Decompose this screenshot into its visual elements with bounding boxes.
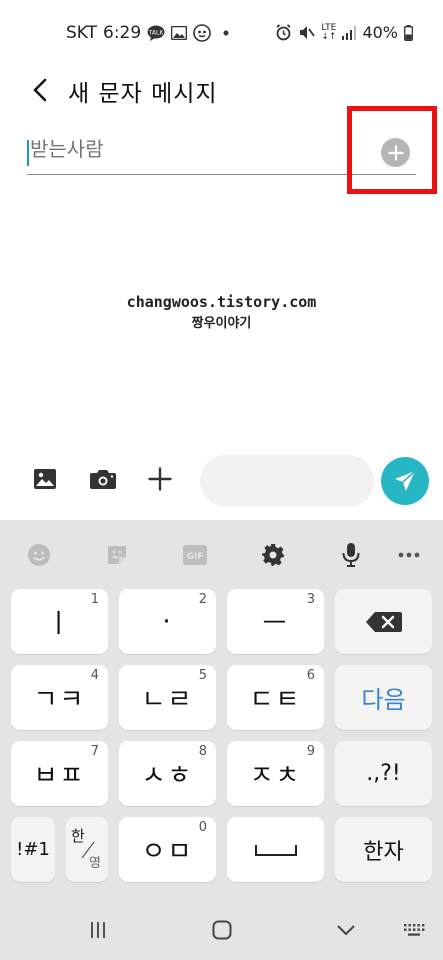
alarm-icon <box>275 24 292 41</box>
keyboard-toolbar: GIF <box>0 520 443 588</box>
lte-icon: LTE ↓↑ <box>321 22 337 42</box>
key-label: · <box>162 606 173 637</box>
key-label: ㄷㅌ <box>249 685 302 715</box>
gallery-notification-icon <box>171 26 188 40</box>
settings-button[interactable] <box>260 542 286 568</box>
key-2[interactable]: · 2 <box>119 589 216 654</box>
camera-button[interactable] <box>86 462 120 496</box>
key-number: 7 <box>90 744 99 759</box>
key-label: ㅇㅁ <box>141 837 194 867</box>
back-arrow-icon <box>33 78 47 102</box>
next-key[interactable]: 다음 <box>335 665 432 730</box>
plus-icon <box>148 467 172 491</box>
key-9[interactable]: ㅈㅊ 9 <box>227 741 324 806</box>
key-label: ㅈㅊ <box>249 761 302 791</box>
send-icon <box>395 470 416 491</box>
home-icon <box>212 920 232 940</box>
recent-apps-icon <box>91 922 105 938</box>
carrier-label: SKT <box>66 23 98 43</box>
app-notification-icon <box>193 24 212 42</box>
key-label: ㅡ <box>262 609 289 639</box>
key-4[interactable]: ㄱㅋ 4 <box>11 665 108 730</box>
watermark-name: 짱우이야기 <box>191 316 252 331</box>
more-dots-icon <box>398 552 420 558</box>
more-notifications-dot-icon <box>223 30 229 36</box>
chevron-down-icon <box>337 925 355 936</box>
voice-input-button[interactable] <box>338 542 364 568</box>
key-label: ㅅㅎ <box>141 761 194 791</box>
page-title: 새 문자 메시지 <box>68 81 218 107</box>
keyboard-switch-button[interactable] <box>402 922 426 938</box>
clock: 6:29 <box>103 23 142 43</box>
key-label: ㄱㅋ <box>33 685 86 715</box>
symbols-key-label: !#1 <box>16 839 50 860</box>
key-number: 4 <box>90 668 99 683</box>
emoji-button[interactable] <box>26 542 52 568</box>
watermark-url: changwoos.tistory.com <box>126 293 317 311</box>
key-number: 9 <box>306 744 315 759</box>
backspace-key[interactable] <box>335 589 432 654</box>
key-0[interactable]: ㅇㅁ 0 <box>119 817 216 882</box>
key-8[interactable]: ㅅㅎ 8 <box>119 741 216 806</box>
more-options-button[interactable] <box>396 542 422 568</box>
attach-button[interactable] <box>143 462 177 496</box>
signal-icon <box>342 25 357 40</box>
key-number: 5 <box>198 668 207 683</box>
camera-icon <box>90 470 116 489</box>
gif-button[interactable]: GIF <box>182 542 208 568</box>
recipient-input[interactable] <box>30 137 350 161</box>
key-3[interactable]: ㅡ 3 <box>227 589 324 654</box>
hide-keyboard-button[interactable] <box>335 922 357 938</box>
home-button[interactable] <box>211 920 233 940</box>
punctuation-key-label: .,?! <box>366 761 401 786</box>
emoji-icon <box>28 544 50 566</box>
key-number: 0 <box>198 820 207 835</box>
talk-notification-icon: TALK <box>147 25 165 41</box>
backspace-icon <box>365 611 402 632</box>
message-input[interactable] <box>200 455 374 507</box>
svg-text:TALK: TALK <box>148 30 165 37</box>
key-6[interactable]: ㄷㅌ 6 <box>227 665 324 730</box>
key-1[interactable]: ㅣ 1 <box>11 589 108 654</box>
key-number: 6 <box>306 668 315 683</box>
key-label: ㅣ <box>46 609 73 639</box>
status-bar: SKT 6:29 TALK LTE ↓↑ 40% <box>0 0 443 66</box>
svg-text:GIF: GIF <box>187 552 204 562</box>
symbols-key[interactable]: !#1 <box>11 817 55 882</box>
microphone-icon <box>342 543 360 567</box>
language-key[interactable]: 한 영 <box>66 817 108 882</box>
recent-apps-button[interactable] <box>88 920 108 940</box>
back-button[interactable] <box>22 72 58 108</box>
space-key[interactable] <box>227 817 324 882</box>
highlight-box <box>347 106 437 194</box>
key-number: 8 <box>198 744 207 759</box>
key-5[interactable]: ㄴㄹ 5 <box>119 665 216 730</box>
key-label: ㅂㅍ <box>33 761 86 791</box>
gear-icon <box>262 544 284 566</box>
space-bar-icon <box>254 844 297 856</box>
language-key-bottom: 영 <box>89 856 101 871</box>
key-number: 1 <box>90 592 99 607</box>
text-cursor <box>27 140 29 166</box>
key-7[interactable]: ㅂㅍ 7 <box>11 741 108 806</box>
gallery-button[interactable] <box>28 462 62 496</box>
punctuation-key[interactable]: .,?! <box>335 741 432 806</box>
sticker-icon <box>108 546 126 564</box>
next-key-label: 다음 <box>361 686 406 714</box>
mute-icon <box>298 24 316 41</box>
key-number: 3 <box>306 592 315 607</box>
key-number: 2 <box>198 592 207 607</box>
key-label: ㄴㄹ <box>141 685 194 715</box>
hanja-key[interactable]: 한자 <box>335 817 432 882</box>
gif-icon: GIF <box>183 545 207 565</box>
battery-icon <box>404 24 413 41</box>
keyboard-icon <box>404 924 425 936</box>
image-icon <box>34 469 56 489</box>
sticker-button[interactable] <box>104 542 130 568</box>
hanja-key-label: 한자 <box>363 839 404 865</box>
battery-percent: 40% <box>362 23 398 42</box>
send-button[interactable] <box>381 457 429 505</box>
